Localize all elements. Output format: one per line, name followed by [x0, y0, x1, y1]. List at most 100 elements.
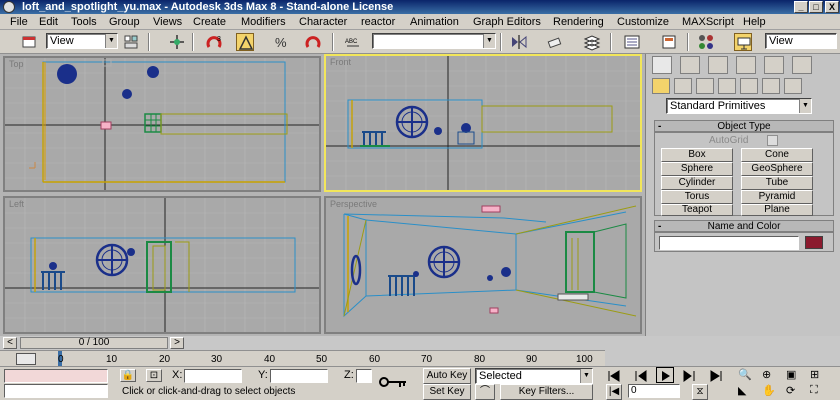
- cameras-icon[interactable]: [718, 78, 736, 94]
- menu-graph-editors[interactable]: Graph Editors: [473, 16, 541, 28]
- go-to-end-icon[interactable]: [708, 368, 724, 384]
- select-manipulate-icon[interactable]: [168, 33, 186, 51]
- schematic-view-icon[interactable]: [660, 33, 678, 51]
- key-mode-toggle-icon[interactable]: |◀: [606, 384, 622, 400]
- autogrid-checkbox[interactable]: [767, 135, 778, 146]
- plane-button[interactable]: Plane: [741, 204, 813, 216]
- object-category-dropdown[interactable]: Standard Primitives ▼: [666, 98, 812, 114]
- menu-animation[interactable]: Animation: [410, 16, 459, 28]
- current-frame-field[interactable]: 0: [628, 384, 680, 398]
- maximize-viewport-icon[interactable]: ⛶: [810, 384, 826, 400]
- track-bar[interactable]: 0 10 20 30 40 50 60 70 80 90 100: [0, 350, 605, 367]
- create-tab-icon[interactable]: [652, 56, 672, 74]
- time-prev-button[interactable]: <: [3, 337, 17, 349]
- layer-manager-icon[interactable]: [583, 33, 601, 51]
- zoom-extents-all-icon[interactable]: ⊞: [810, 368, 826, 384]
- menu-character[interactable]: Character: [299, 16, 347, 28]
- viewport-label-left[interactable]: Left: [9, 199, 24, 209]
- time-config-icon[interactable]: ⧖: [692, 384, 708, 400]
- time-next-button[interactable]: >: [170, 337, 184, 349]
- modify-tab-icon[interactable]: [680, 56, 700, 74]
- auto-key-button[interactable]: Auto Key: [423, 368, 471, 384]
- menu-help[interactable]: Help: [743, 16, 766, 28]
- zoom-all-icon[interactable]: ⊕: [762, 368, 778, 384]
- menu-file[interactable]: File: [10, 16, 28, 28]
- menu-reactor[interactable]: reactor: [361, 16, 395, 28]
- sphere-button[interactable]: Sphere: [661, 162, 733, 176]
- arc-rotate-icon[interactable]: ⟳: [786, 384, 802, 400]
- close-button[interactable]: X: [825, 1, 839, 13]
- geosphere-button[interactable]: GeoSphere: [741, 162, 813, 176]
- menu-views[interactable]: Views: [153, 16, 182, 28]
- menu-group[interactable]: Group: [109, 16, 140, 28]
- tube-button[interactable]: Tube: [741, 176, 813, 190]
- select-object-icon[interactable]: [20, 33, 38, 51]
- menu-modifiers[interactable]: Modifiers: [241, 16, 286, 28]
- previous-frame-icon[interactable]: [632, 368, 648, 384]
- mini-curve-editor-icon[interactable]: [16, 353, 36, 365]
- pyramid-button[interactable]: Pyramid: [741, 190, 813, 204]
- named-selection-dropdown[interactable]: ▼: [372, 33, 496, 49]
- minimize-button[interactable]: _: [794, 1, 808, 13]
- spinner-snap-icon[interactable]: [304, 33, 322, 51]
- angle-snap-icon[interactable]: [236, 33, 254, 51]
- viewport-left[interactable]: Left: [3, 196, 321, 334]
- object-color-swatch[interactable]: [805, 236, 823, 249]
- render-scene-icon[interactable]: [734, 33, 752, 51]
- pivot-center-icon[interactable]: [122, 33, 140, 51]
- viewport-label-top[interactable]: Top: [9, 59, 24, 69]
- space-warps-icon[interactable]: [762, 78, 780, 94]
- viewport-top[interactable]: Top: [3, 56, 321, 192]
- y-coordinate-field[interactable]: [270, 369, 328, 383]
- cylinder-button[interactable]: Cylinder: [661, 176, 733, 190]
- time-slider[interactable]: < 0 / 100 >: [0, 336, 645, 350]
- play-icon[interactable]: [656, 367, 674, 383]
- utilities-tab-icon[interactable]: [792, 56, 812, 74]
- menu-create[interactable]: Create: [193, 16, 226, 28]
- snaps-toggle-icon[interactable]: 3: [205, 33, 223, 51]
- app-icon[interactable]: [3, 1, 15, 13]
- maxscript-output-field[interactable]: [4, 384, 108, 398]
- x-coordinate-field[interactable]: [184, 369, 242, 383]
- key-filters-button[interactable]: Key Filters...: [500, 384, 593, 400]
- maximize-button[interactable]: □: [809, 1, 823, 13]
- pan-icon[interactable]: ✋: [762, 384, 778, 400]
- zoom-extents-icon[interactable]: ▣: [786, 368, 802, 384]
- motion-tab-icon[interactable]: [736, 56, 756, 74]
- menu-edit[interactable]: Edit: [39, 16, 58, 28]
- shapes-icon[interactable]: [674, 78, 692, 94]
- key-mode-icon[interactable]: [378, 375, 408, 389]
- torus-button[interactable]: Torus: [661, 190, 733, 204]
- display-tab-icon[interactable]: [764, 56, 784, 74]
- render-type-dropdown[interactable]: View: [765, 33, 837, 49]
- helpers-icon[interactable]: [740, 78, 758, 94]
- lights-icon[interactable]: [696, 78, 714, 94]
- menu-rendering[interactable]: Rendering: [553, 16, 604, 28]
- next-frame-icon[interactable]: [682, 368, 698, 384]
- percent-snap-icon[interactable]: %: [272, 33, 290, 51]
- curve-editor-icon[interactable]: [623, 33, 641, 51]
- cone-button[interactable]: Cone: [741, 148, 813, 162]
- viewport-label-front[interactable]: Front: [330, 57, 351, 67]
- hierarchy-tab-icon[interactable]: [708, 56, 728, 74]
- box-button[interactable]: Box: [661, 148, 733, 162]
- systems-icon[interactable]: [784, 78, 802, 94]
- name-color-rollout-header[interactable]: - Name and Color: [654, 220, 834, 232]
- maxscript-listener-field[interactable]: [4, 369, 108, 383]
- viewport-label-perspective[interactable]: Perspective: [330, 199, 377, 209]
- field-of-view-icon[interactable]: ◣: [738, 384, 754, 400]
- time-slider-thumb[interactable]: 0 / 100: [20, 337, 168, 349]
- teapot-button[interactable]: Teapot: [661, 204, 733, 216]
- material-editor-icon[interactable]: [697, 33, 715, 51]
- menu-maxscript[interactable]: MAXScript: [682, 16, 734, 28]
- zoom-icon[interactable]: 🔍: [738, 368, 754, 384]
- go-to-start-icon[interactable]: [606, 368, 622, 384]
- absolute-mode-icon[interactable]: ⊡: [146, 369, 162, 382]
- lock-selection-icon[interactable]: 🔒: [120, 369, 136, 382]
- z-coordinate-field[interactable]: [356, 369, 372, 383]
- reference-coordinate-dropdown[interactable]: View ▼: [46, 33, 118, 49]
- edit-named-selection-icon[interactable]: ABC: [344, 33, 362, 51]
- menu-tools[interactable]: Tools: [71, 16, 97, 28]
- key-tangent-icon[interactable]: ⌒: [475, 384, 495, 400]
- key-mode-dropdown[interactable]: Selected ▼: [475, 368, 593, 384]
